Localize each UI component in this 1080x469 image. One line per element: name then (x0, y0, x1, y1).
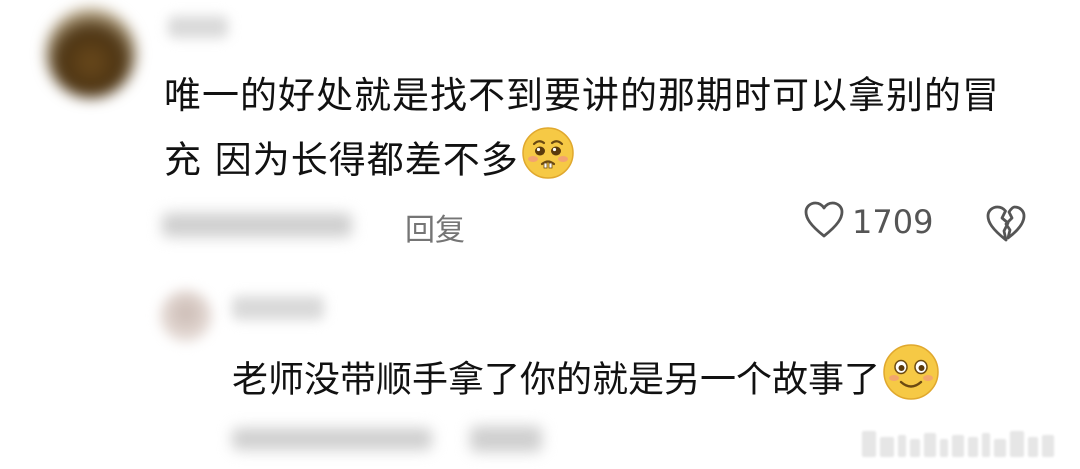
reply-button[interactable]: 回复 (405, 205, 465, 249)
broken-heart-icon (986, 205, 1026, 247)
commenter-avatar[interactable] (46, 8, 136, 98)
comment-text: 唯一的好处就是找不到要讲的那期时可以拿别的冒充 因为长得都差不多 (164, 74, 1000, 182)
like-button[interactable]: 1709 (804, 201, 933, 243)
reply-action-redacted[interactable] (470, 426, 542, 452)
reply-body: 老师没带顺手拿了你的就是另一个故事了 (232, 343, 940, 420)
comment-meta-redacted (162, 213, 352, 237)
replier-avatar[interactable] (160, 290, 212, 342)
watermark (862, 431, 1054, 457)
reply-text: 老师没带顺手拿了你的就是另一个故事了 (232, 359, 881, 401)
like-count: 1709 (852, 203, 934, 241)
comment-body: 唯一的好处就是找不到要讲的那期时可以拿别的冒充 因为长得都差不多 (164, 66, 1024, 198)
replier-name-redacted[interactable] (232, 296, 324, 320)
reply-meta-redacted (232, 428, 432, 450)
dislike-button[interactable] (986, 205, 1026, 247)
smiling-face-icon (882, 343, 940, 420)
commenter-name-redacted[interactable] (168, 16, 228, 38)
pleading-face-icon (521, 126, 575, 198)
heart-outline-icon (804, 201, 844, 243)
